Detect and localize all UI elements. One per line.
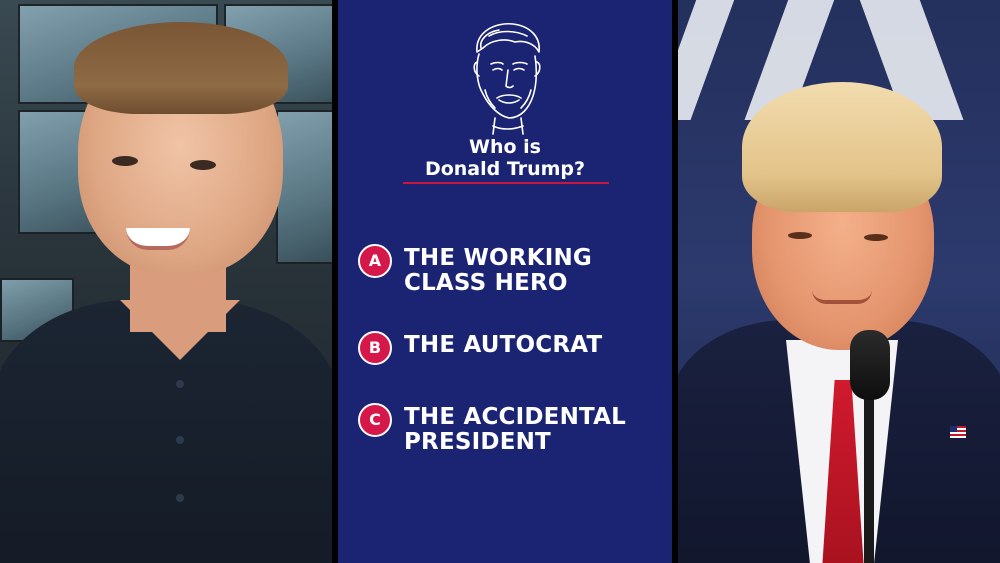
- quiz-title: Who is: [469, 136, 541, 158]
- option-letter-badge: C: [358, 403, 392, 437]
- option-label-line: PRESIDENT: [404, 429, 551, 455]
- option-label: THE AUTOCRAT: [404, 333, 654, 358]
- title-underline: [403, 182, 609, 184]
- option-letter-badge: B: [358, 331, 392, 365]
- microphone-icon: [850, 330, 890, 400]
- option-label: THE ACCIDENTAL PRESIDENT: [404, 405, 654, 455]
- option-label-line: THE AUTOCRAT: [404, 332, 603, 358]
- speaker-mouth: [812, 290, 872, 304]
- option-label-line: CLASS HERO: [404, 270, 568, 296]
- speaker-video-panel: [678, 0, 1000, 563]
- presenter-eye: [112, 156, 138, 166]
- shirt-button: [176, 436, 184, 444]
- speaker-eye: [864, 234, 888, 241]
- presenter-video-panel: [0, 0, 332, 563]
- option-label-line: THE WORKING: [404, 245, 592, 271]
- option-letter-badge: A: [358, 244, 392, 278]
- background-monitor: [276, 110, 332, 264]
- microphone-stand: [864, 380, 874, 563]
- shirt-button: [176, 380, 184, 388]
- presenter-hair: [74, 22, 288, 114]
- flag-pin-icon: [950, 426, 966, 438]
- presenter-eye: [190, 160, 216, 170]
- option-label-line: THE ACCIDENTAL: [404, 404, 626, 430]
- portrait-sketch-icon: [473, 23, 541, 135]
- quiz-title-subject: Donald Trump?: [424, 158, 586, 180]
- background-flag-stripe: [678, 0, 742, 120]
- speaker-hair: [742, 82, 942, 212]
- option-label: THE WORKING CLASS HERO: [404, 246, 654, 296]
- speaker-eye: [788, 232, 812, 239]
- quiz-panel: Who is Donald Trump? A THE WORKING CLASS…: [338, 0, 672, 563]
- shirt-button: [176, 494, 184, 502]
